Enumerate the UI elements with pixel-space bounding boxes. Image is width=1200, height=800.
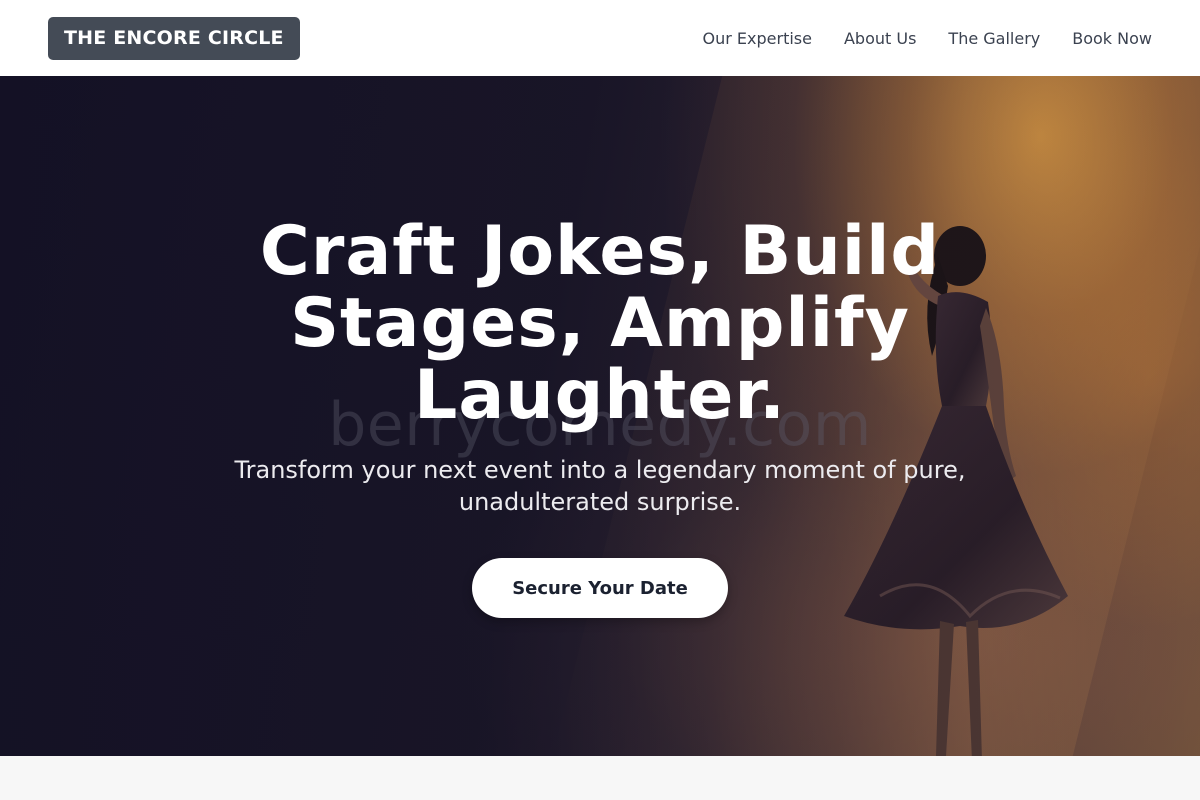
nav-link-our-expertise[interactable]: Our Expertise — [703, 29, 812, 48]
next-section — [0, 756, 1200, 800]
site-header: THE ENCORE CIRCLE Our Expertise About Us… — [0, 0, 1200, 76]
hero-section: berrycomedy.com Craft Jokes, Build Stage… — [0, 76, 1200, 756]
hero-title: Craft Jokes, Build Stages, Amplify Laugh… — [259, 212, 941, 435]
logo[interactable]: THE ENCORE CIRCLE — [48, 16, 300, 60]
nav-link-about-us[interactable]: About Us — [844, 29, 916, 48]
nav-link-the-gallery[interactable]: The Gallery — [948, 29, 1040, 48]
nav-link-book-now[interactable]: Book Now — [1072, 29, 1152, 48]
secure-your-date-button[interactable]: Secure Your Date — [472, 558, 728, 618]
hero-subtitle: Transform your next event into a legenda… — [234, 456, 966, 516]
main-nav: Our Expertise About Us The Gallery Book … — [703, 29, 1152, 48]
